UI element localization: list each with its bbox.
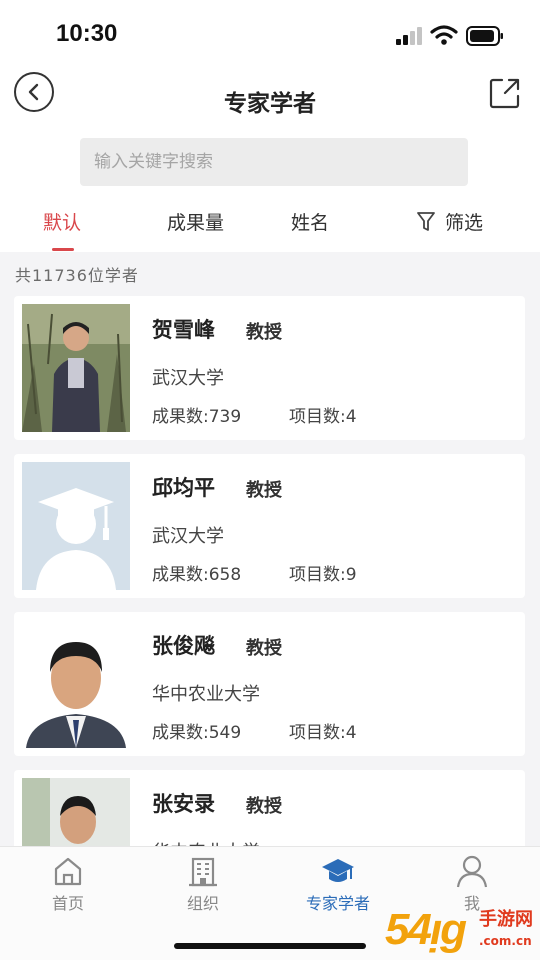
status-bar: 10:30 <box>0 0 540 70</box>
home-icon <box>54 857 82 886</box>
scholar-title: 教授 <box>246 638 282 659</box>
avatar <box>22 304 130 432</box>
scholar-card[interactable]: 邱均平 教授 武汉大学 成果数:658 项目数:9 <box>14 454 525 598</box>
scholar-projects-count: 项目数:4 <box>289 407 357 427</box>
scholar-results-count: 成果数:739 <box>152 407 242 427</box>
person-icon <box>456 855 488 888</box>
watermark-cn: 手游网 <box>479 909 533 930</box>
nav-organization[interactable]: 组织 <box>143 847 263 927</box>
tab-name[interactable]: 姓名 <box>291 208 329 235</box>
tab-results[interactable]: 成果量 <box>167 208 224 235</box>
graduation-cap-icon <box>322 859 354 882</box>
scholar-name: 张俊飚 <box>152 634 215 658</box>
search-input[interactable] <box>80 138 468 186</box>
scholar-title: 教授 <box>246 322 282 343</box>
scholar-count: 共11736位学者 <box>15 266 139 285</box>
home-indicator <box>174 943 366 949</box>
scholar-results-count: 成果数:658 <box>152 565 242 585</box>
nav-label: 首页 <box>51 894 84 913</box>
scholar-name: 张安录 <box>152 792 215 816</box>
avatar <box>22 620 130 748</box>
scholar-name: 贺雪峰 <box>152 318 215 342</box>
tab-filter[interactable]: 筛选 <box>445 208 483 235</box>
watermark-main: 54ᴉg <box>385 905 467 954</box>
scholar-title: 教授 <box>246 480 282 501</box>
nav-label: 组织 <box>186 894 219 913</box>
scholar-projects-count: 项目数:4 <box>289 723 357 743</box>
scholar-org: 武汉大学 <box>152 368 224 389</box>
scholar-projects-count: 项目数:9 <box>289 565 357 585</box>
tab-default[interactable]: 默认 <box>43 208 81 235</box>
scholar-results-count: 成果数:549 <box>152 723 242 743</box>
share-icon[interactable] <box>488 76 522 110</box>
watermark-url: .com.cn <box>479 934 532 948</box>
nav-home[interactable]: 首页 <box>8 847 128 927</box>
graduate-placeholder-icon <box>22 462 130 590</box>
scholar-org: 武汉大学 <box>152 526 224 547</box>
scholar-title: 教授 <box>246 796 282 817</box>
nav-scholars[interactable]: 专家学者 <box>278 847 398 927</box>
page-title: 专家学者 <box>224 91 316 117</box>
scholar-card[interactable]: 贺雪峰 教授 武汉大学 成果数:739 项目数:4 <box>14 296 525 440</box>
building-icon <box>189 857 217 887</box>
scholar-card[interactable]: 张俊飚 教授 华中农业大学 成果数:549 项目数:4 <box>14 612 525 756</box>
status-time: 10:30 <box>56 20 118 47</box>
funnel-icon[interactable] <box>416 211 436 233</box>
battery-icon <box>466 26 503 46</box>
scholar-name: 邱均平 <box>152 476 215 500</box>
wifi-icon <box>430 25 458 45</box>
watermark-logo: 54ᴉg 手游网 .com.cn <box>385 900 540 960</box>
signal-icon <box>396 27 422 45</box>
nav-label: 专家学者 <box>305 894 370 913</box>
tab-active-indicator <box>52 248 74 251</box>
scholar-org: 华中农业大学 <box>152 684 260 705</box>
